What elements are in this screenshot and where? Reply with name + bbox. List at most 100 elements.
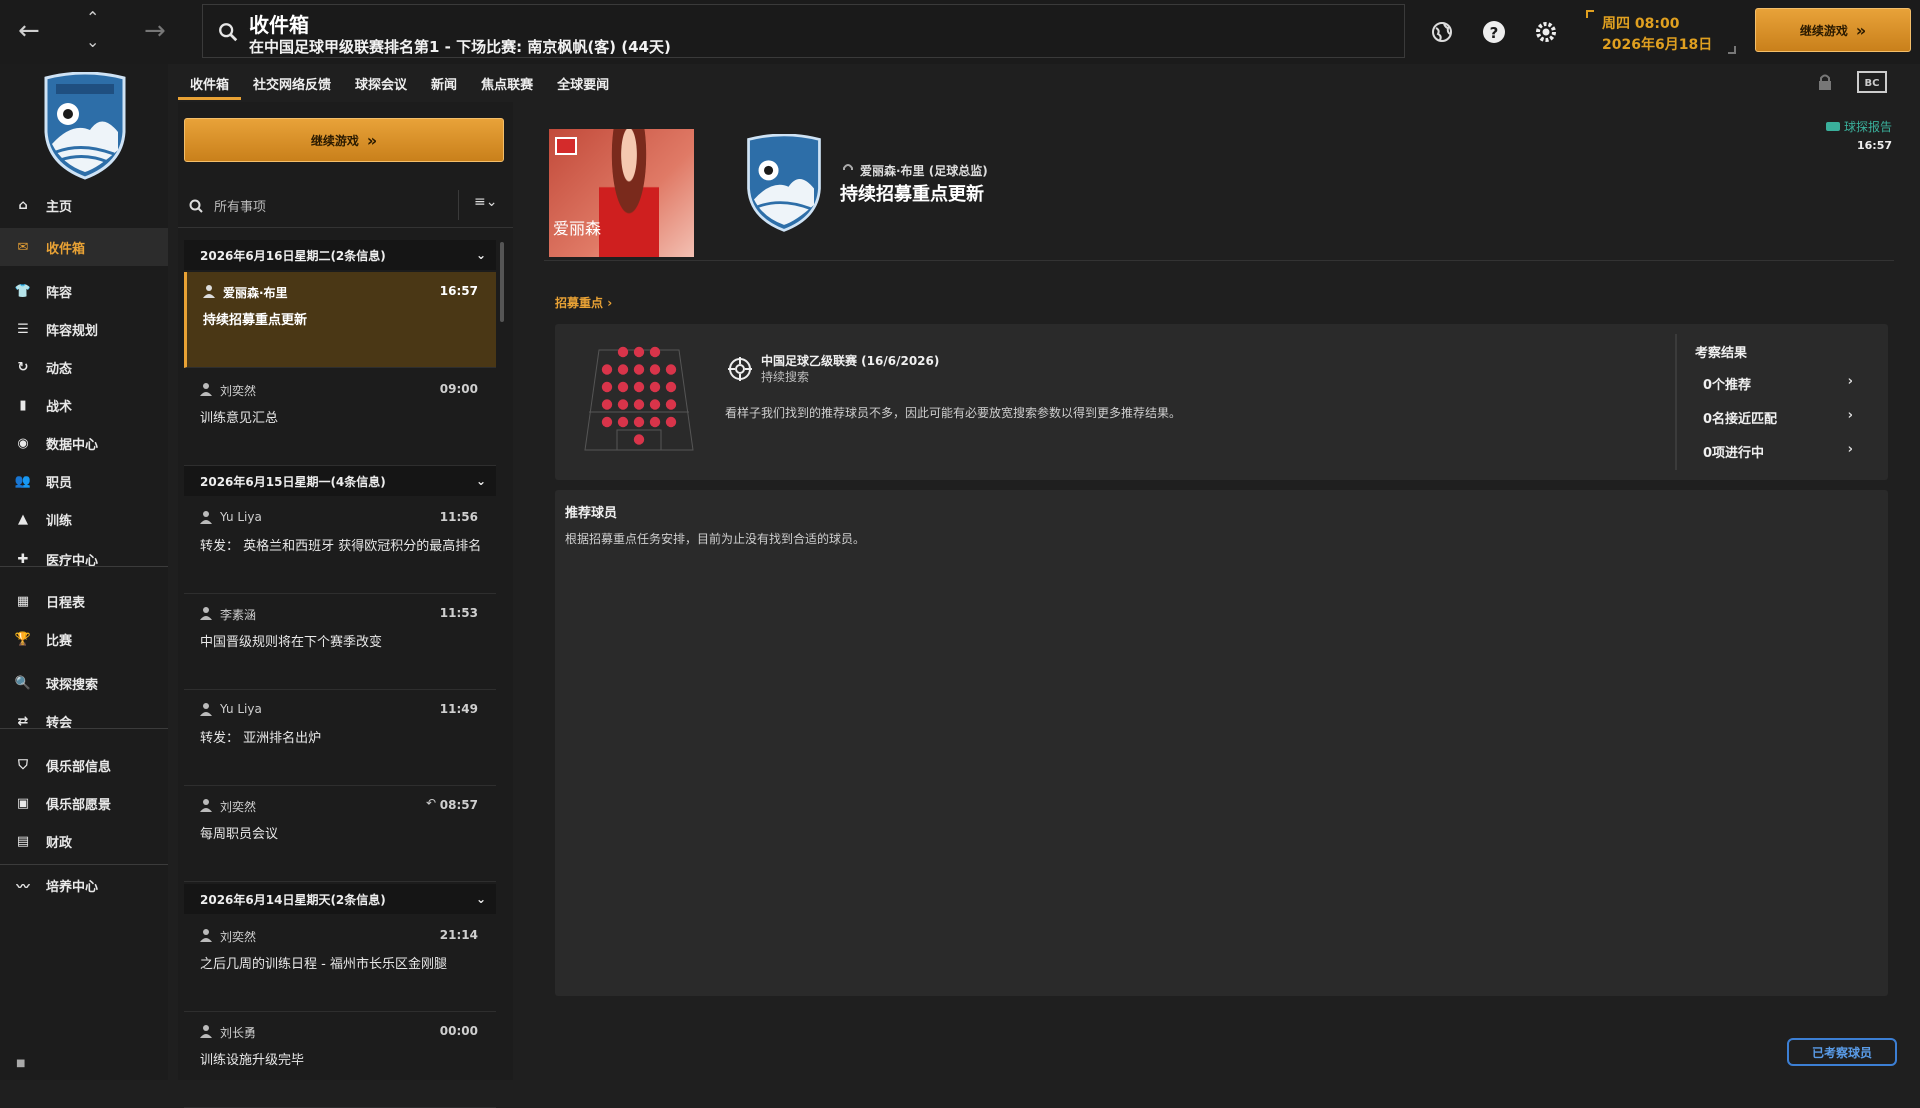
tab-news[interactable]: 新闻	[419, 64, 469, 100]
list-item[interactable]: Yu Liya 11:56 转发： 英格兰和西班牙 获得欧冠积分的最高排名	[184, 498, 496, 594]
scrollbar[interactable]	[500, 242, 504, 322]
sidebar-item-12[interactable]: 🔍 球探搜索	[0, 664, 168, 702]
sidebar-item-16[interactable]: ▤ 财政	[0, 822, 168, 860]
chevron-down-icon[interactable]: ⌄	[476, 248, 486, 262]
scout-report-link[interactable]: 球探报告 16:57	[1825, 118, 1892, 152]
date-group-header[interactable]: 2026年6月15日星期一(4条信息) ⌄	[184, 466, 496, 496]
page-subtitle: 在中国足球甲级联赛排名第1 - 下场比赛: 南京枫帆(客) (44天)	[249, 38, 671, 56]
staff-icon: 👥	[14, 473, 32, 489]
back-arrow-icon[interactable]: ←	[18, 18, 40, 44]
sidebar-item-10[interactable]: ▦ 日程表	[0, 582, 168, 620]
card-subtitle: 持续搜索	[761, 370, 810, 384]
chevron-right-icon: ›	[1847, 374, 1853, 389]
message-subject: 持续招募重点更新	[203, 313, 308, 328]
club-crest-logo	[747, 134, 821, 232]
schedule-icon: ▦	[16, 593, 30, 609]
forward-arrow-icon[interactable]: →	[144, 18, 166, 44]
list-item[interactable]: 爱丽森·布里 16:57 持续招募重点更新	[184, 272, 496, 368]
list-item[interactable]: 李素涵 11:53 中国晋级规则将在下个赛季改变	[184, 594, 496, 690]
list-item[interactable]: 刘长勇 00:00 训练设施升级完毕	[184, 1012, 496, 1108]
sidebar-item-0[interactable]: ⌂ 主页	[0, 186, 168, 224]
chevron-down-icon[interactable]: ⌄	[476, 474, 486, 488]
sidebar-item-4[interactable]: ↻ 动态	[0, 348, 168, 386]
date-group-header[interactable]: 2026年6月14日星期天(2条信息) ⌄	[184, 884, 496, 914]
list-item[interactable]: 刘奕然 21:14 之后几周的训练日程 - 福州市长乐区金刚腿	[184, 916, 496, 1012]
message-subject: 训练设施升级完毕	[200, 1053, 305, 1068]
tab-world-news[interactable]: 全球要闻	[545, 64, 621, 100]
message-time: 11:53	[439, 606, 478, 620]
player-dot	[649, 416, 661, 428]
sidebar-item-14[interactable]: ⛉ 俱乐部信息	[0, 746, 168, 784]
down-chevron-icon[interactable]: ⌄	[86, 34, 99, 50]
headset-icon	[843, 164, 853, 170]
person-icon	[200, 929, 212, 942]
sidebar-item-5[interactable]: ▮ 战术	[0, 386, 168, 424]
date-group-header[interactable]: 2026年6月16日星期二(2条信息) ⌄	[184, 240, 496, 270]
message-sender: Yu Liya	[220, 510, 262, 524]
list-item[interactable]: 刘奕然 09:00 训练意见汇总	[184, 370, 496, 466]
sidebar-item-17[interactable]: 〰培养中心	[0, 866, 168, 904]
sidebar-item-label: 主页	[46, 199, 73, 215]
search-icon	[189, 199, 203, 213]
tab-social-feedback[interactable]: 社交网络反馈	[241, 64, 343, 100]
chevron-right-icon: ›	[1847, 442, 1853, 457]
divider	[1675, 334, 1677, 470]
sidebar-item-3[interactable]: ☰ 阵容规划	[0, 310, 168, 348]
globe-icon[interactable]	[1428, 18, 1456, 46]
player-dot	[601, 381, 613, 393]
scouted-players-badge[interactable]: 已考察球员	[1787, 1038, 1897, 1066]
help-icon[interactable]: ?	[1480, 18, 1508, 46]
sidebar-item-15[interactable]: ▣ 俱乐部愿景	[0, 784, 168, 822]
divider	[544, 260, 1894, 261]
sidebar-item-8[interactable]: ▲ 训练	[0, 500, 168, 538]
breadcrumb[interactable]: 招募重点 ›	[555, 294, 612, 311]
sort-menu-icon[interactable]: ≡⌄	[474, 194, 497, 210]
breadcrumb-label: 招募重点	[555, 296, 604, 310]
title-search-box[interactable]: 收件箱 在中国足球甲级联赛排名第1 - 下场比赛: 南京枫帆(客) (44天)	[202, 4, 1405, 58]
sidebar-item-2[interactable]: 👕 阵容	[0, 272, 168, 310]
player-dot	[601, 364, 613, 375]
date-corner-decoration	[1586, 10, 1594, 18]
results-header: 考察结果	[1695, 346, 1748, 361]
sidebar-item-13[interactable]: ⇄ 转会	[0, 702, 168, 740]
fullscreen-icon[interactable]: BC	[1856, 70, 1888, 94]
continue-game-button-2[interactable]: 继续游戏 »	[184, 118, 504, 162]
sidebar-item-11[interactable]: 🏆 比赛	[0, 620, 168, 658]
player-dot	[649, 364, 661, 375]
sidebar-item-label: 阵容规划	[46, 323, 99, 339]
formation-pitch[interactable]	[583, 346, 695, 454]
player-dot	[617, 364, 629, 375]
list-item[interactable]: Yu Liya 11:49 转发： 亚洲排名出炉	[184, 690, 496, 786]
settings-gear-icon[interactable]	[1532, 18, 1560, 46]
lock-icon[interactable]	[1815, 72, 1835, 92]
message-sender: 李素涵	[220, 608, 257, 622]
date-day: 2026年6月18日	[1602, 37, 1713, 53]
sidebar-item-9[interactable]: ✚ 医疗中心	[0, 540, 168, 578]
double-chevron-icon: »	[366, 130, 378, 150]
result-label: 0个推荐	[1703, 378, 1752, 393]
sidebar-item-1[interactable]: ✉ 收件箱	[0, 228, 168, 266]
result-recommendations[interactable]: 0个推荐 ›	[1703, 374, 1883, 404]
message-subject: 中国晋级规则将在下个赛季改变	[200, 635, 383, 650]
tab-scout-meeting[interactable]: 球探会议	[343, 64, 419, 100]
sidebar-item-7[interactable]: 👥 职员	[0, 462, 168, 500]
player-dot	[633, 416, 645, 428]
up-chevron-icon[interactable]: ⌃	[86, 10, 99, 26]
result-close-matches[interactable]: 0名接近匹配 ›	[1703, 408, 1883, 438]
list-item[interactable]: 刘奕然 ↶ 08:57 每周职员会议	[184, 786, 496, 882]
message-subject: 训练意见汇总	[200, 411, 279, 426]
message-time: 00:00	[439, 1024, 478, 1038]
reply-icon: ↶	[425, 796, 436, 810]
svg-text:BC: BC	[1865, 78, 1880, 89]
filter-input[interactable]: 所有事项	[214, 196, 266, 215]
result-in-progress[interactable]: 0项进行中 ›	[1703, 442, 1883, 472]
tab-inbox[interactable]: 收件箱	[178, 64, 242, 100]
person-icon	[200, 703, 212, 716]
chevron-down-icon[interactable]: ⌄	[476, 892, 486, 906]
message-time: 08:57	[439, 798, 478, 812]
sidebar-item-6[interactable]: ◉ 数据中心	[0, 424, 168, 462]
tab-focus-league[interactable]: 焦点联赛	[469, 64, 545, 100]
svg-text:?: ?	[1490, 24, 1499, 42]
player-dot	[601, 399, 613, 410]
continue-game-button[interactable]: 继续游戏 »	[1755, 8, 1911, 52]
